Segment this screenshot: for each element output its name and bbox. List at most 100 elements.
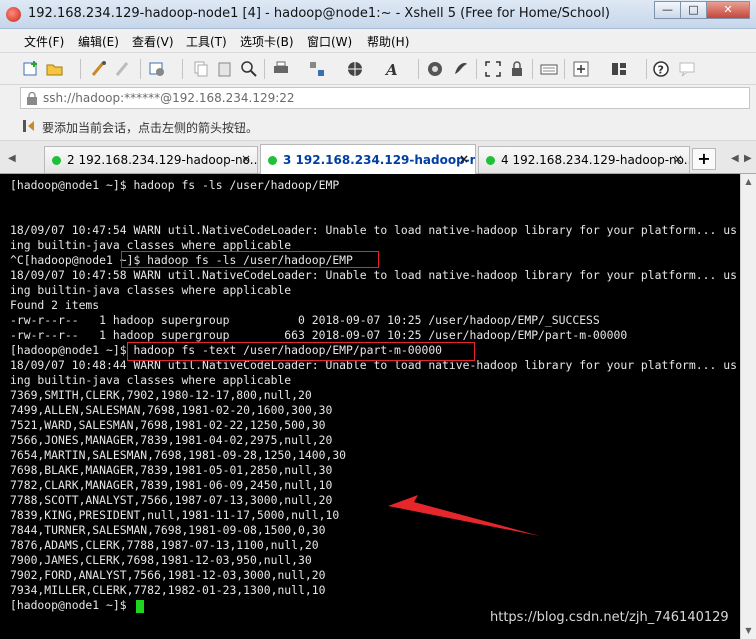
terminal-area[interactable]: [hadoop@node1 ~]$ hadoop fs -ls /user/ha… <box>0 174 740 639</box>
tab-close-icon[interactable]: × <box>241 152 251 166</box>
terminal-line: 7654,MARTIN,SALESMAN,7698,1981-09-28,125… <box>10 448 347 462</box>
terminal-line: 7369,SMITH,CLERK,7902,1980-12-17,800,nul… <box>10 388 312 402</box>
terminal-line: 7782,CLARK,MANAGER,7839,1981-06-09,2450,… <box>10 478 333 492</box>
tab-session-4[interactable]: 4 192.168.234.129-hadoop-no... × <box>478 146 690 173</box>
terminal-line: 7876,ADAMS,CLERK,7788,1987-07-13,1100,nu… <box>10 538 319 552</box>
menu-tools[interactable]: 工具(T) <box>186 33 227 50</box>
toolbar-separator <box>476 59 477 79</box>
hint-bar: 要添加当前会话，点击左侧的箭头按钮。 <box>0 111 756 141</box>
menu-bar: 文件(F) 编辑(E) 查看(V) 工具(T) 选项卡(B) 窗口(W) 帮助(… <box>0 29 756 53</box>
menu-help[interactable]: 帮助(H) <box>367 33 409 50</box>
tab-close-icon[interactable]: × <box>459 152 469 166</box>
script-icon[interactable] <box>452 60 470 78</box>
globe-icon[interactable] <box>346 60 364 78</box>
terminal-line: 7698,BLAKE,MANAGER,7839,1981-05-01,2850,… <box>10 463 333 477</box>
toolbar-separator <box>182 59 183 79</box>
bookmark-arrow-icon[interactable] <box>22 119 36 133</box>
toolbar-separator <box>264 59 265 79</box>
fullscreen-icon[interactable] <box>484 60 502 78</box>
terminal-line: ing builtin-java classes where applicabl… <box>10 283 292 297</box>
close-button[interactable]: ✕ <box>706 1 750 19</box>
find-icon[interactable] <box>240 60 258 78</box>
address-bar: ssh://hadoop:******@192.168.234.129:22 <box>0 85 756 111</box>
terminal-line: 18/09/07 10:47:58 WARN util.NativeCodeLo… <box>10 268 737 282</box>
terminal-line: 7839,KING,PRESIDENT,null,1981-11-17,5000… <box>10 508 340 522</box>
add-icon[interactable] <box>572 60 590 78</box>
chat-icon[interactable] <box>678 60 696 78</box>
paste-icon[interactable] <box>216 60 234 78</box>
tab-scroll-left-icon[interactable]: ◀ <box>8 153 16 164</box>
toolbar-separator <box>80 59 81 79</box>
scroll-down-icon[interactable]: ▼ <box>741 623 756 639</box>
menu-tabs[interactable]: 选项卡(B) <box>240 33 294 50</box>
print-icon[interactable] <box>272 60 290 78</box>
layout-icon[interactable] <box>610 60 628 78</box>
toolbar-separator <box>532 59 533 79</box>
terminal-line: 7934,MILLER,CLERK,7782,1982-01-23,1300,n… <box>10 583 326 597</box>
xshell-app-icon[interactable] <box>6 7 21 22</box>
minimize-button[interactable]: — <box>654 1 680 19</box>
svg-text:?: ? <box>658 64 664 77</box>
connection-status-icon <box>268 156 277 165</box>
terminal-line: 18/09/07 10:47:54 WARN util.NativeCodeLo… <box>10 223 737 237</box>
annotation-box-text-command <box>127 342 475 361</box>
terminal-line: 7900,JAMES,CLERK,7698,1981-12-03,950,nul… <box>10 553 312 567</box>
title-bar: 192.168.234.129-hadoop-node1 [4] - hadoo… <box>0 0 756 29</box>
copy-icon[interactable] <box>192 60 210 78</box>
new-tab-button[interactable]: + <box>692 148 716 170</box>
tab-label: 3 192.168.234.129-hadoop-n... <box>283 153 476 167</box>
terminal-line: 7499,ALLEN,SALESMAN,7698,1981-02-20,1600… <box>10 403 333 417</box>
connection-status-icon <box>486 156 495 165</box>
terminal-line: 7844,TURNER,SALESMAN,7698,1981-09-08,150… <box>10 523 326 537</box>
tab-session-2[interactable]: 2 192.168.234.129-hadoop-no... × <box>44 146 258 173</box>
terminal-cursor <box>136 600 144 613</box>
toolbar-separator <box>140 59 141 79</box>
terminal-line: 7521,WARD,SALESMAN,7698,1981-02-22,1250,… <box>10 418 326 432</box>
help-icon[interactable]: ? <box>652 60 670 78</box>
lock-icon[interactable] <box>508 60 526 78</box>
properties-icon[interactable] <box>148 60 166 78</box>
connection-status-icon <box>52 156 61 165</box>
terminal-scrollbar[interactable]: ▲ ▼ <box>740 174 756 639</box>
menu-view[interactable]: 查看(V) <box>132 33 174 50</box>
terminal-line: ing builtin-java classes where applicabl… <box>10 373 292 387</box>
xftp-icon[interactable] <box>426 60 444 78</box>
terminal-line: -rw-r--r-- 1 hadoop supergroup 0 2018-09… <box>10 313 600 327</box>
tab-session-3[interactable]: 3 192.168.234.129-hadoop-n... × <box>260 144 476 174</box>
tab-scroll-right-icon[interactable]: ▶ <box>744 153 752 164</box>
transfer-icon[interactable] <box>308 60 326 78</box>
terminal-line: 7902,FORD,ANALYST,7566,1981-12-03,3000,n… <box>10 568 326 582</box>
terminal-line: [hadoop@node1 ~]$ <box>10 598 134 612</box>
tab-scroll-left-icon[interactable]: ◀ <box>731 153 739 164</box>
terminal-line: [hadoop@node1 ~]$ hadoop fs -ls /user/ha… <box>10 178 340 192</box>
font-icon[interactable]: A <box>384 60 402 78</box>
keyboard-icon[interactable] <box>540 60 558 78</box>
maximize-button[interactable]: □ <box>680 1 706 19</box>
toolbar: A ? <box>0 53 756 85</box>
lock-icon <box>27 92 37 105</box>
window-title: 192.168.234.129-hadoop-node1 [4] - hadoo… <box>28 6 610 21</box>
tab-close-icon[interactable]: × <box>673 152 683 166</box>
new-session-icon[interactable] <box>22 60 40 78</box>
reconnect-icon[interactable] <box>90 60 108 78</box>
disconnect-icon[interactable] <box>114 60 132 78</box>
svg-text:A: A <box>384 61 398 78</box>
menu-window[interactable]: 窗口(W) <box>307 33 352 50</box>
window-controls: — □ ✕ <box>654 1 750 19</box>
terminal-line: -rw-r--r-- 1 hadoop supergroup 663 2018-… <box>10 328 628 342</box>
terminal-line: Found 2 items <box>10 298 100 312</box>
toolbar-separator <box>564 59 565 79</box>
address-text: ssh://hadoop:******@192.168.234.129:22 <box>43 91 295 105</box>
menu-edit[interactable]: 编辑(E) <box>78 33 119 50</box>
tab-label: 2 192.168.234.129-hadoop-no... <box>67 153 258 167</box>
terminal-line: 7788,SCOTT,ANALYST,7566,1987-07-13,3000,… <box>10 493 333 507</box>
scroll-up-icon[interactable]: ▲ <box>741 174 756 190</box>
open-icon[interactable] <box>46 60 64 78</box>
toolbar-separator <box>646 59 647 79</box>
hint-text: 要添加当前会话，点击左侧的箭头按钮。 <box>42 121 259 135</box>
annotation-box-ls-command <box>121 251 379 268</box>
address-field[interactable]: ssh://hadoop:******@192.168.234.129:22 <box>20 87 750 109</box>
terminal-line: 7566,JONES,MANAGER,7839,1981-04-02,2975,… <box>10 433 333 447</box>
menu-file[interactable]: 文件(F) <box>24 33 64 50</box>
annotation-arrow-icon <box>388 495 540 536</box>
